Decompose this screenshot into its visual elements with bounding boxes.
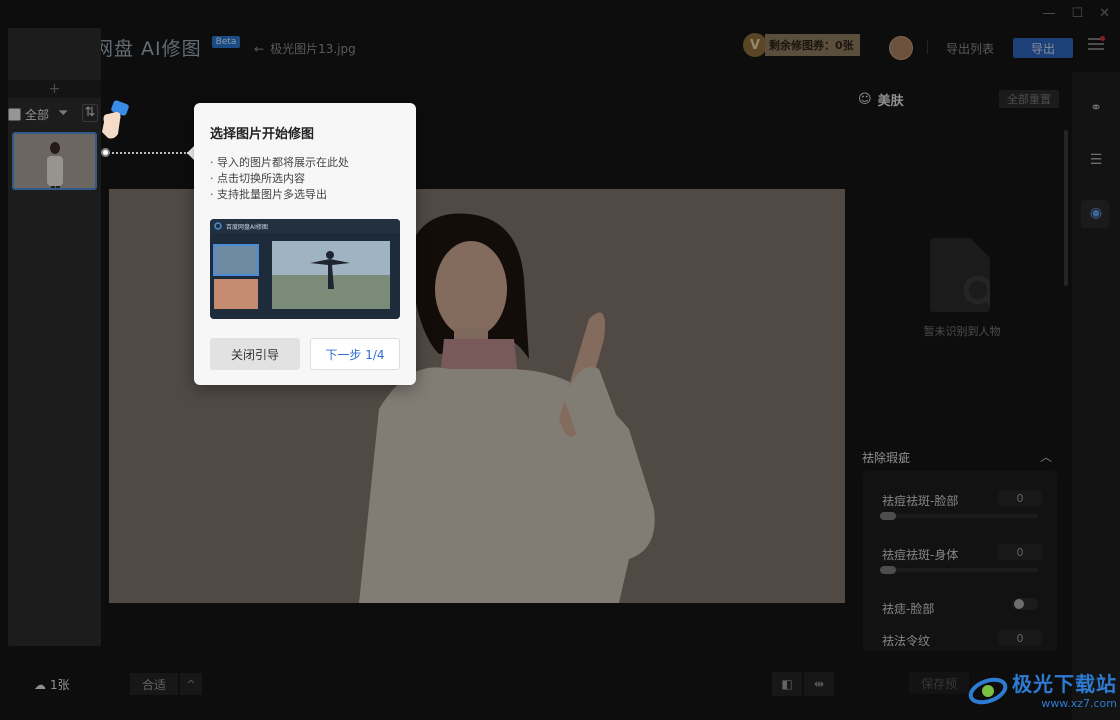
watermark-url: www.xz7.com (1041, 697, 1117, 710)
slider-knob[interactable] (880, 566, 896, 574)
person-thumbnail-icon (47, 142, 63, 188)
export-list-link[interactable]: 导出列表 (946, 40, 994, 57)
add-image-button[interactable]: + (8, 80, 101, 98)
zoom-control: 合适 ^ (130, 673, 202, 695)
arrow-left-icon: ← (254, 41, 265, 56)
image-count-label: 1张 (50, 678, 70, 692)
watermark: 极光下载站 www.xz7.com (968, 668, 1117, 710)
beta-badge: Beta (211, 36, 241, 48)
slider-knob[interactable] (880, 512, 896, 520)
reset-all-button[interactable]: 全部重置 (999, 90, 1059, 108)
window-controls: — ☐ ✕ (1042, 6, 1110, 21)
guide-description: · 导入的图片都将展示在此处 · 点击切换所选内容 · 支持批量图片多选导出 (210, 155, 349, 203)
slider-value[interactable]: 0 (998, 490, 1042, 506)
save-preset-button[interactable]: 保存预 (909, 672, 969, 694)
acne-face-slider[interactable]: 祛痘祛斑-脸部 0 (880, 490, 1042, 520)
panel-title: ☺ 美肤 (858, 90, 904, 109)
chevron-up-icon[interactable]: ^ (180, 673, 202, 695)
no-face-text: 暂未识别到人物 (923, 325, 1001, 338)
close-guide-button[interactable]: 关闭引导 (210, 338, 300, 370)
coupon-text: 剩余修图券：0张 (765, 34, 860, 56)
slider-value[interactable]: 0 (998, 630, 1042, 646)
scrollbar[interactable] (1064, 130, 1068, 286)
adjust-sliders-icon[interactable]: ☰ (1087, 152, 1105, 170)
acne-body-slider[interactable]: 祛痘祛斑-身体 0 (880, 544, 1042, 574)
coupon-badge[interactable]: V 剩余修图券：0张 (743, 32, 860, 58)
cloud-icon: ☁ (34, 677, 46, 692)
mole-toggle[interactable] (1012, 598, 1038, 610)
chevron-up-icon[interactable]: ︿ (1040, 448, 1052, 465)
preview-title: 百度网盘AI修图 (226, 223, 268, 231)
select-all-label: 全部 (25, 108, 50, 122)
guide-line: · 支持批量图片多选导出 (210, 188, 327, 201)
export-button[interactable]: 导出 (1013, 38, 1073, 58)
guide-line: · 导入的图片都将展示在此处 (210, 156, 349, 169)
guide-title: 选择图片开始修图 (210, 127, 315, 142)
minimize-icon[interactable]: — (1042, 6, 1055, 21)
notification-dot (1100, 36, 1105, 41)
guide-preview-image: 百度网盘AI修图 (210, 219, 400, 319)
slider-track[interactable] (880, 512, 1038, 520)
select-all-checkbox[interactable] (8, 108, 21, 121)
filter-icon[interactable]: ⏷ (58, 106, 68, 121)
beauty-face-icon[interactable]: ◉ (1087, 205, 1105, 223)
compare-controls: ◧ ⇹ (772, 672, 834, 696)
nasolabial-slider[interactable]: 祛法令纹 0 (882, 630, 1042, 649)
pointing-hand-icon (102, 100, 129, 139)
avatar[interactable] (889, 36, 913, 60)
image-thumbnail[interactable] (12, 132, 97, 190)
blemish-section-title: 祛除瑕疵 (862, 451, 911, 465)
mole-face-toggle-row[interactable]: 祛痣-脸部 (882, 598, 1042, 617)
back-button[interactable]: ← 极光图片13.jpg (254, 40, 356, 57)
guide-preview-icon: 百度网盘AI修图 (210, 219, 400, 319)
slider-value[interactable]: 0 (998, 544, 1042, 560)
zoom-fit-select[interactable]: 合适 (130, 673, 178, 695)
select-all[interactable]: 全部 (8, 106, 49, 123)
guide-popover: 选择图片开始修图 · 导入的图片都将展示在此处 · 点击切换所选内容 · 支持批… (194, 103, 416, 385)
guide-connector (105, 152, 189, 154)
divider (927, 40, 928, 54)
watermark-title: 极光下载站 (1012, 672, 1117, 696)
vip-icon: V (743, 33, 767, 57)
filters-icon[interactable]: ⚭ (1087, 100, 1105, 118)
file-name: 极光图片13.jpg (270, 42, 356, 56)
guide-anchor-dot (101, 148, 110, 157)
close-icon[interactable]: ✕ (1099, 6, 1110, 21)
panel-title-label: 美肤 (877, 94, 904, 109)
guide-line: · 点击切换所选内容 (210, 172, 305, 185)
slider-track[interactable] (880, 566, 1038, 574)
next-step-button[interactable]: 下一步 1/4 (310, 338, 400, 370)
split-view-icon[interactable]: ⇹ (804, 672, 834, 696)
compare-icon[interactable]: ◧ (772, 672, 802, 696)
maximize-icon[interactable]: ☐ (1071, 6, 1083, 21)
image-count: ☁ 1张 (34, 676, 70, 693)
face-icon: ☺ (858, 92, 872, 107)
watermark-logo-icon (968, 677, 1008, 705)
no-face-icon (930, 238, 990, 312)
